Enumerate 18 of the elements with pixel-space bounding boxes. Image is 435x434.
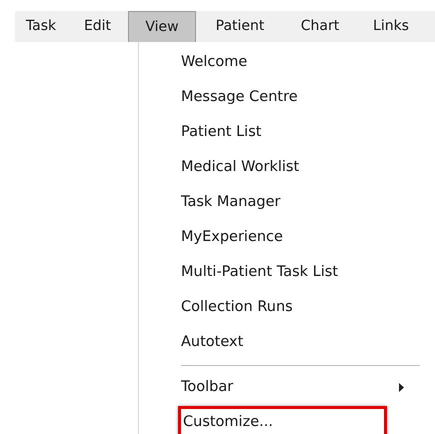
menu-option[interactable]: Customize... [178, 406, 387, 434]
menu-item[interactable]: Edit [67, 11, 128, 42]
menu-option[interactable]: Message Centre [181, 80, 298, 114]
menu-option[interactable]: Welcome [181, 46, 248, 80]
menu-item[interactable]: View [128, 11, 196, 42]
menu-item[interactable]: Patient [196, 11, 284, 42]
menu-option[interactable]: Task Manager [181, 186, 280, 220]
menu-item[interactable]: Task [15, 11, 67, 42]
menu-option[interactable]: Collection Runs [181, 290, 293, 324]
submenu-arrow-icon [399, 383, 404, 392]
menu-option[interactable]: Toolbar [181, 370, 234, 404]
menu-item[interactable]: Chart [284, 11, 356, 42]
menu-item[interactable]: Links [356, 11, 426, 42]
menu-option[interactable]: Multi-Patient Task List [181, 256, 338, 290]
menu-option[interactable]: MyExperience [181, 220, 283, 254]
menu-option[interactable]: Medical Worklist [181, 150, 300, 184]
menu-option[interactable]: Patient List [181, 116, 262, 150]
menu-option[interactable]: Autotext [181, 326, 244, 360]
